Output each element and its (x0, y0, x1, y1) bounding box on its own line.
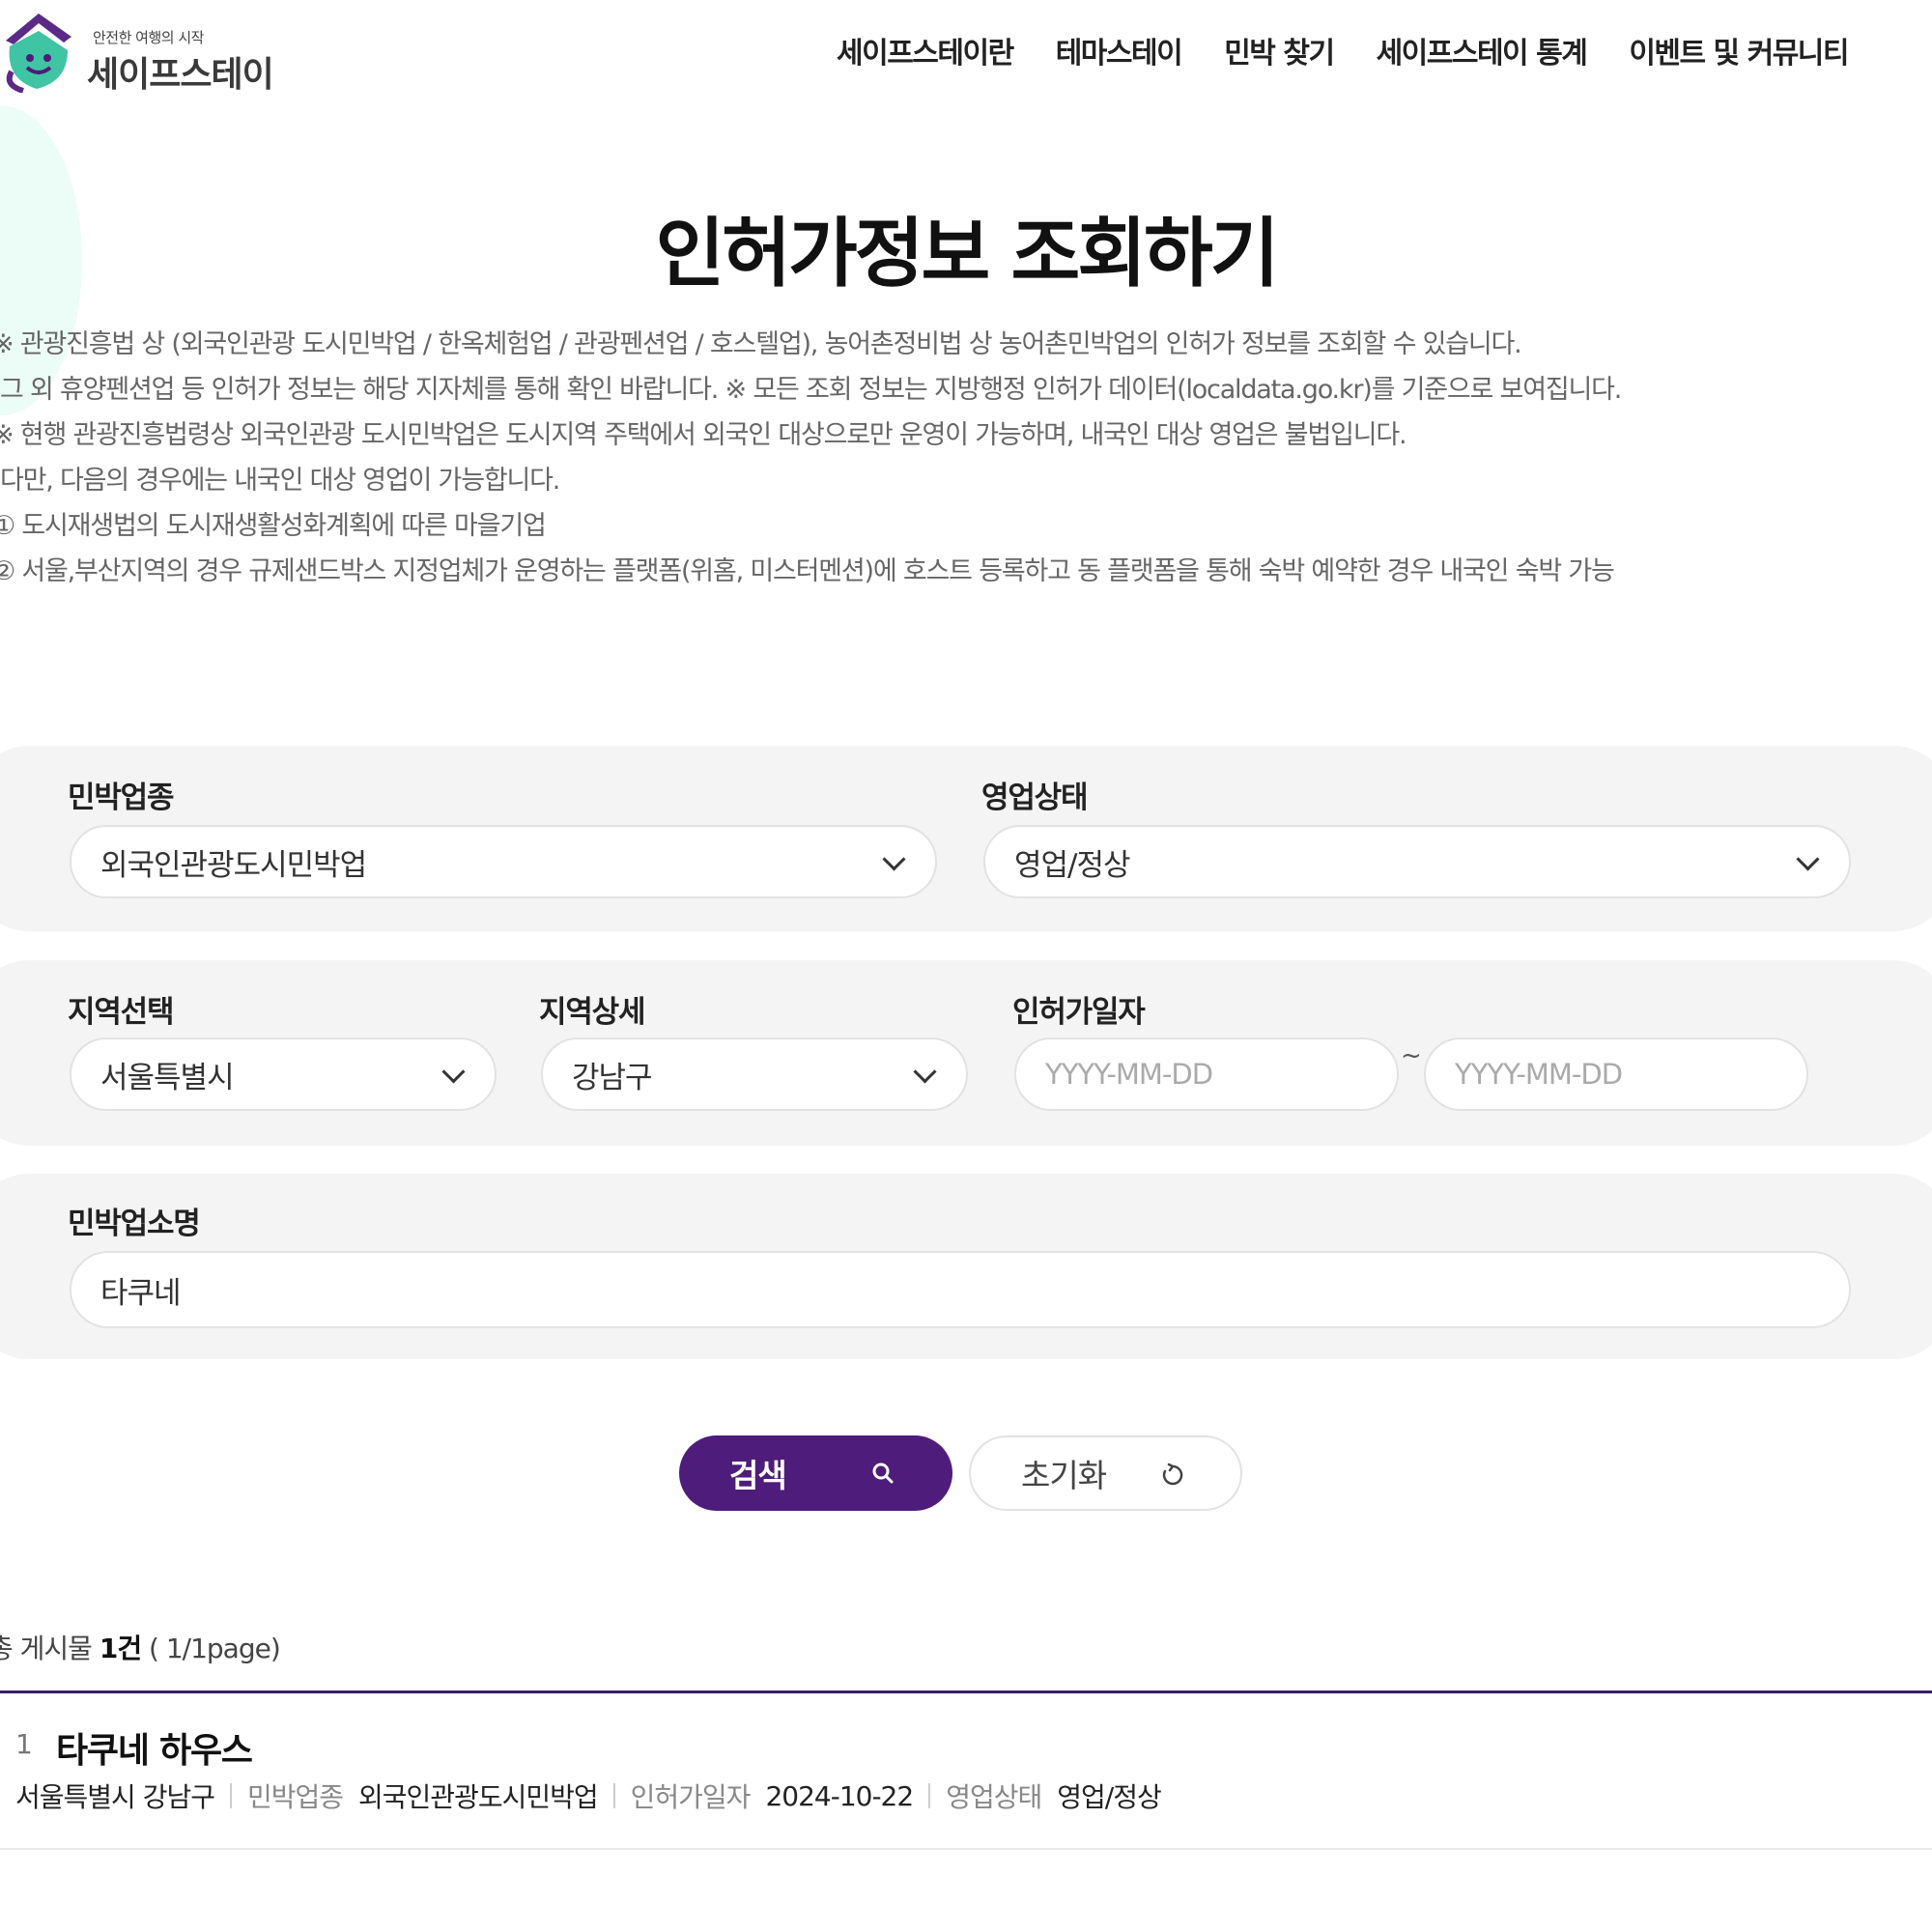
notice-line: ② 서울,부산지역의 경우 규제샌드박스 지정업체가 운영하는 플랫폼(위홈, … (0, 556, 1615, 586)
business-name-label: 민박업소명 (68, 1207, 201, 1241)
row-region: 서울특별시 강남구 (15, 1781, 215, 1813)
date-from-placeholder: YYYY-MM-DD (1045, 1058, 1213, 1091)
business-type-label: 민박업종 (68, 781, 174, 815)
date-range-separator: ~ (1401, 1041, 1422, 1070)
filter-panel-region-date: 지역선택 서울특별시 지역상세 강남구 인허가일자 YYYY-MM-DD ~ Y… (0, 960, 1932, 1146)
nav-item-theme-stay[interactable]: 테마스테이 (1056, 29, 1183, 71)
reset-button[interactable]: 초기화 (969, 1435, 1242, 1511)
main-nav: 세이프스테이란 테마스테이 민박 찾기 세이프스테이 통계 이벤트 및 커뮤니티 (837, 29, 1890, 71)
nav-item-about[interactable]: 세이프스테이란 (837, 29, 1014, 71)
result-count-prefix: 총 게시물 (0, 1633, 93, 1664)
divider (612, 1783, 615, 1808)
chevron-down-icon (1796, 847, 1820, 871)
search-icon (872, 1463, 894, 1484)
reset-button-label: 초기화 (1021, 1457, 1107, 1494)
region-detail-value: 강남구 (572, 1060, 653, 1095)
business-type-select[interactable]: 외국인관광도시민박업 (70, 825, 937, 898)
notice-line: ※ 현행 관광진흥법령상 외국인관광 도시민박업은 도시지역 주택에서 외국인 … (0, 420, 1407, 450)
search-button-label: 검색 (729, 1457, 787, 1494)
page: 안전한 여행의 시작 세이프스테이 세이프스테이란 테마스테이 민박 찾기 세이… (0, 0, 1932, 1932)
region-value: 서울특별시 (100, 1060, 235, 1095)
row-number: 1 (15, 1728, 33, 1760)
permit-date-label: 인허가일자 (1012, 995, 1146, 1030)
list-item[interactable]: 1 타쿠네 하우스 서울특별시 강남구 민박업종 외국인관광도시민박업 인허가일… (0, 1693, 1932, 1850)
refresh-icon (1162, 1463, 1183, 1486)
divider (928, 1783, 931, 1808)
status-select[interactable]: 영업/정상 (983, 825, 1851, 898)
nav-item-statistics[interactable]: 세이프스테이 통계 (1377, 29, 1588, 71)
logo-tagline: 안전한 여행의 시작 (93, 29, 204, 46)
row-status: 영업/정상 (1057, 1781, 1161, 1813)
result-count: 총 게시물 1건 ( 1/1page) (0, 1628, 281, 1666)
chevron-down-icon (882, 847, 906, 871)
row-type: 외국인관광도시민박업 (358, 1781, 599, 1813)
result-page-info: ( 1/1page) (141, 1633, 281, 1664)
permit-date-to-input[interactable]: YYYY-MM-DD (1424, 1037, 1808, 1111)
region-label: 지역선택 (68, 995, 174, 1030)
row-meta: 서울특별시 강남구 민박업종 외국인관광도시민박업 인허가일자 2024-10-… (15, 1776, 1162, 1815)
logo-house-icon (6, 14, 71, 93)
page-title: 인허가정보 조회하기 (655, 211, 1280, 298)
row-title[interactable]: 타쿠네 하우스 (56, 1722, 253, 1773)
site-logo[interactable]: 안전한 여행의 시작 세이프스테이 (0, 8, 319, 95)
nav-item-events-community[interactable]: 이벤트 및 커뮤니티 (1629, 29, 1849, 71)
business-type-value: 외국인관광도시민박업 (100, 847, 367, 883)
status-value: 영업/정상 (1014, 847, 1131, 883)
filter-panel-name: 민박업소명 타쿠네 (0, 1174, 1932, 1359)
business-name-value: 타쿠네 (100, 1275, 182, 1311)
region-select[interactable]: 서울특별시 (70, 1037, 497, 1111)
notice-line: 다만, 다음의 경우에는 내국인 대상 영업이 가능합니다. (0, 466, 560, 496)
region-detail-label: 지역상세 (539, 995, 645, 1030)
row-date-label: 인허가일자 (630, 1781, 752, 1813)
region-detail-select[interactable]: 강남구 (541, 1037, 968, 1111)
notice-text: ※ 관광진흥법 상 (외국인관광 도시민박업 / 한옥체험업 / 관광펜션업 /… (0, 322, 1893, 594)
row-type-label: 민박업종 (246, 1781, 344, 1813)
chevron-down-icon (441, 1060, 466, 1084)
result-count-value: 1건 (99, 1633, 142, 1664)
row-status-label: 영업상태 (946, 1781, 1042, 1813)
filter-panel-type-status: 민박업종 외국인관광도시민박업 영업상태 영업/정상 (0, 746, 1932, 931)
notice-line: ※ 관광진흥법 상 (외국인관광 도시민박업 / 한옥체험업 / 관광펜션업 /… (0, 329, 1522, 359)
chevron-down-icon (913, 1060, 937, 1084)
search-button[interactable]: 검색 (679, 1435, 952, 1511)
divider (229, 1783, 232, 1808)
nav-item-find-stay[interactable]: 민박 찾기 (1224, 29, 1335, 71)
notice-line: ① 도시재생법의 도시재생활성화계획에 따른 마을기업 (0, 511, 547, 541)
status-label: 영업상태 (981, 781, 1088, 815)
logo-name: 세이프스테이 (87, 55, 274, 95)
row-date: 2024-10-22 (765, 1779, 914, 1812)
permit-date-from-input[interactable]: YYYY-MM-DD (1014, 1037, 1399, 1111)
date-to-placeholder: YYYY-MM-DD (1455, 1058, 1623, 1091)
notice-line: 그 외 휴양펜션업 등 인허가 정보는 해당 지자체를 통해 확인 바랍니다. … (0, 375, 1622, 405)
business-name-input[interactable]: 타쿠네 (70, 1251, 1851, 1328)
